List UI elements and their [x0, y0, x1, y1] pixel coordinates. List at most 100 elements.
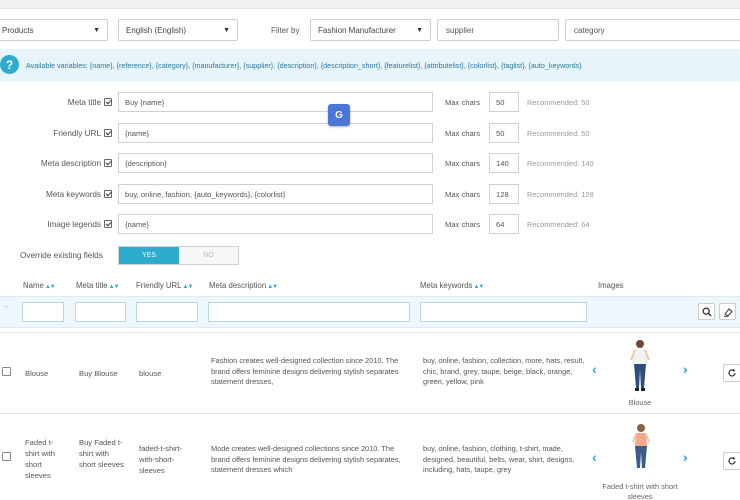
meta-field-label: Friendly URL	[8, 123, 112, 143]
entity-select-value: Products	[2, 25, 34, 35]
sort-arrows-icon[interactable]: ▲▼	[45, 284, 56, 290]
column-header-images: Images	[598, 281, 624, 290]
image-next-arrow[interactable]: ›	[683, 449, 688, 465]
meta-field-checkbox[interactable]	[104, 159, 112, 167]
column-header-friendly-url[interactable]: Friendly URL▲▼	[136, 281, 194, 290]
recommended-label: Recommended: 140	[527, 158, 594, 168]
meta-field-input[interactable]: {name}	[118, 214, 433, 234]
sort-arrows-icon[interactable]: ▲▼	[109, 284, 120, 290]
recommended-label: Recommended: 64	[527, 219, 590, 229]
help-icon: ?	[0, 55, 19, 74]
max-chars-label: Max chars	[445, 189, 481, 199]
cell-meta-keywords: buy, online, fashion, collection, more, …	[423, 356, 585, 387]
filter-meta-title-input[interactable]	[75, 302, 126, 322]
manufacturer-select-value: Fashion Manufacturer	[318, 25, 396, 35]
blouse-product-image	[630, 340, 650, 391]
column-header-meta-description[interactable]: Meta description▲▼	[209, 281, 278, 290]
meta-field-input[interactable]: buy, online, fashion, {auto_keywords}, {…	[118, 184, 433, 204]
row-checkbox[interactable]	[2, 452, 11, 461]
image-caption: Faded t-shirt with short sleeves	[602, 482, 678, 500]
search-icon	[702, 307, 711, 316]
image-prev-arrow[interactable]: ‹	[592, 361, 597, 377]
max-chars-input[interactable]: 64	[489, 214, 519, 234]
filter-dash: --	[4, 304, 9, 311]
override-toggle[interactable]: YES NO	[118, 246, 239, 265]
top-strip	[0, 0, 740, 9]
recommended-label: Recommended: 128	[527, 189, 594, 199]
meta-field-checkbox[interactable]	[104, 190, 112, 198]
chevron-down-icon: ▼	[223, 26, 230, 34]
category-input[interactable]: category	[565, 19, 740, 41]
meta-field-label: Image legends	[8, 214, 112, 234]
meta-field-input[interactable]: {name}	[118, 123, 433, 143]
sort-arrows-icon[interactable]: ▲▼	[473, 284, 484, 290]
entity-select[interactable]: Products ▼	[0, 19, 108, 41]
row-divider	[0, 413, 740, 414]
max-chars-label: Max chars	[445, 128, 481, 138]
override-yes-option[interactable]: YES	[119, 247, 179, 264]
column-header-meta-title[interactable]: Meta title▲▼	[76, 281, 120, 290]
category-input-value: category	[574, 25, 605, 35]
max-chars-input[interactable]: 140	[489, 153, 519, 173]
max-chars-label: Max chars	[445, 158, 481, 168]
meta-field-label: Meta keywords	[8, 184, 112, 204]
max-chars-input[interactable]: 50	[489, 92, 519, 112]
cell-name: Blouse	[25, 369, 49, 378]
translate-icon[interactable]: G	[328, 104, 350, 126]
faded-tshirt-product-image	[632, 424, 650, 468]
manufacturer-select[interactable]: Fashion Manufacturer ▼	[310, 19, 431, 41]
search-button[interactable]	[698, 303, 715, 320]
cell-name: Faded t-shirt with short sleeves	[25, 438, 55, 480]
image-next-arrow[interactable]: ›	[683, 361, 688, 377]
meta-field-checkbox[interactable]	[104, 220, 112, 228]
refresh-button[interactable]	[723, 452, 740, 470]
refresh-icon	[728, 368, 736, 377]
max-chars-label: Max chars	[445, 97, 481, 107]
sort-arrows-icon[interactable]: ▲▼	[183, 284, 194, 290]
available-variables-banner: Available variables: {name}, {reference}…	[0, 49, 740, 82]
cell-meta-title: Buy Faded t-shirt with short sleeves	[79, 438, 124, 469]
cell-meta-title: Buy Blouse	[79, 369, 118, 378]
refresh-icon	[728, 456, 736, 465]
language-select[interactable]: English (English) ▼	[118, 19, 238, 41]
cell-meta-keywords: buy, online, fashion, clothing, t-shirt,…	[423, 444, 575, 475]
row-checkbox[interactable]	[2, 367, 11, 376]
image-caption: Blouse	[628, 398, 652, 407]
recommended-label: Recommended: 50	[527, 128, 590, 138]
filter-meta-description-input[interactable]	[208, 302, 410, 322]
language-select-value: English (English)	[126, 25, 187, 35]
filter-friendly-url-input[interactable]	[136, 302, 198, 322]
cell-meta-description: Mode creates well-designed collections s…	[211, 444, 401, 475]
filter-by-label: Filter by	[271, 26, 300, 35]
refresh-button[interactable]	[723, 364, 740, 382]
sort-arrows-icon[interactable]: ▲▼	[267, 284, 278, 290]
meta-field-input[interactable]: Buy {name}	[118, 92, 433, 112]
meta-field-label: Meta title	[8, 92, 112, 112]
recommended-label: Recommended: 50	[527, 97, 590, 107]
filter-name-input[interactable]	[22, 302, 64, 322]
supplier-input[interactable]: supplier	[437, 19, 559, 41]
available-variables-text: Available variables: {name}, {reference}…	[26, 61, 582, 70]
reset-filter-button[interactable]	[719, 303, 736, 320]
supplier-input-value: supplier	[446, 25, 475, 35]
cell-friendly-url: blouse	[139, 369, 162, 378]
cell-meta-description: Fashion creates well-designed collection…	[211, 356, 399, 387]
image-prev-arrow[interactable]: ‹	[592, 449, 597, 465]
max-chars-input[interactable]: 128	[489, 184, 519, 204]
meta-field-input[interactable]: {description}	[118, 153, 433, 173]
max-chars-label: Max chars	[445, 219, 481, 229]
override-no-option[interactable]: NO	[179, 247, 238, 264]
column-header-name[interactable]: Name▲▼	[23, 281, 56, 290]
meta-field-checkbox[interactable]	[104, 98, 112, 106]
max-chars-input[interactable]: 50	[489, 123, 519, 143]
eraser-icon	[723, 307, 733, 317]
chevron-down-icon: ▼	[416, 26, 423, 34]
row-divider	[0, 332, 740, 333]
chevron-down-icon: ▼	[93, 26, 100, 34]
cell-friendly-url: faded-t-shirt-with-short-sleeves	[139, 444, 183, 475]
meta-field-label: Meta description	[8, 153, 112, 173]
override-existing-label: Override existing fields	[20, 251, 103, 260]
column-header-meta-keywords[interactable]: Meta keywords▲▼	[420, 281, 484, 290]
filter-meta-keywords-input[interactable]	[420, 302, 587, 322]
meta-field-checkbox[interactable]	[104, 129, 112, 137]
